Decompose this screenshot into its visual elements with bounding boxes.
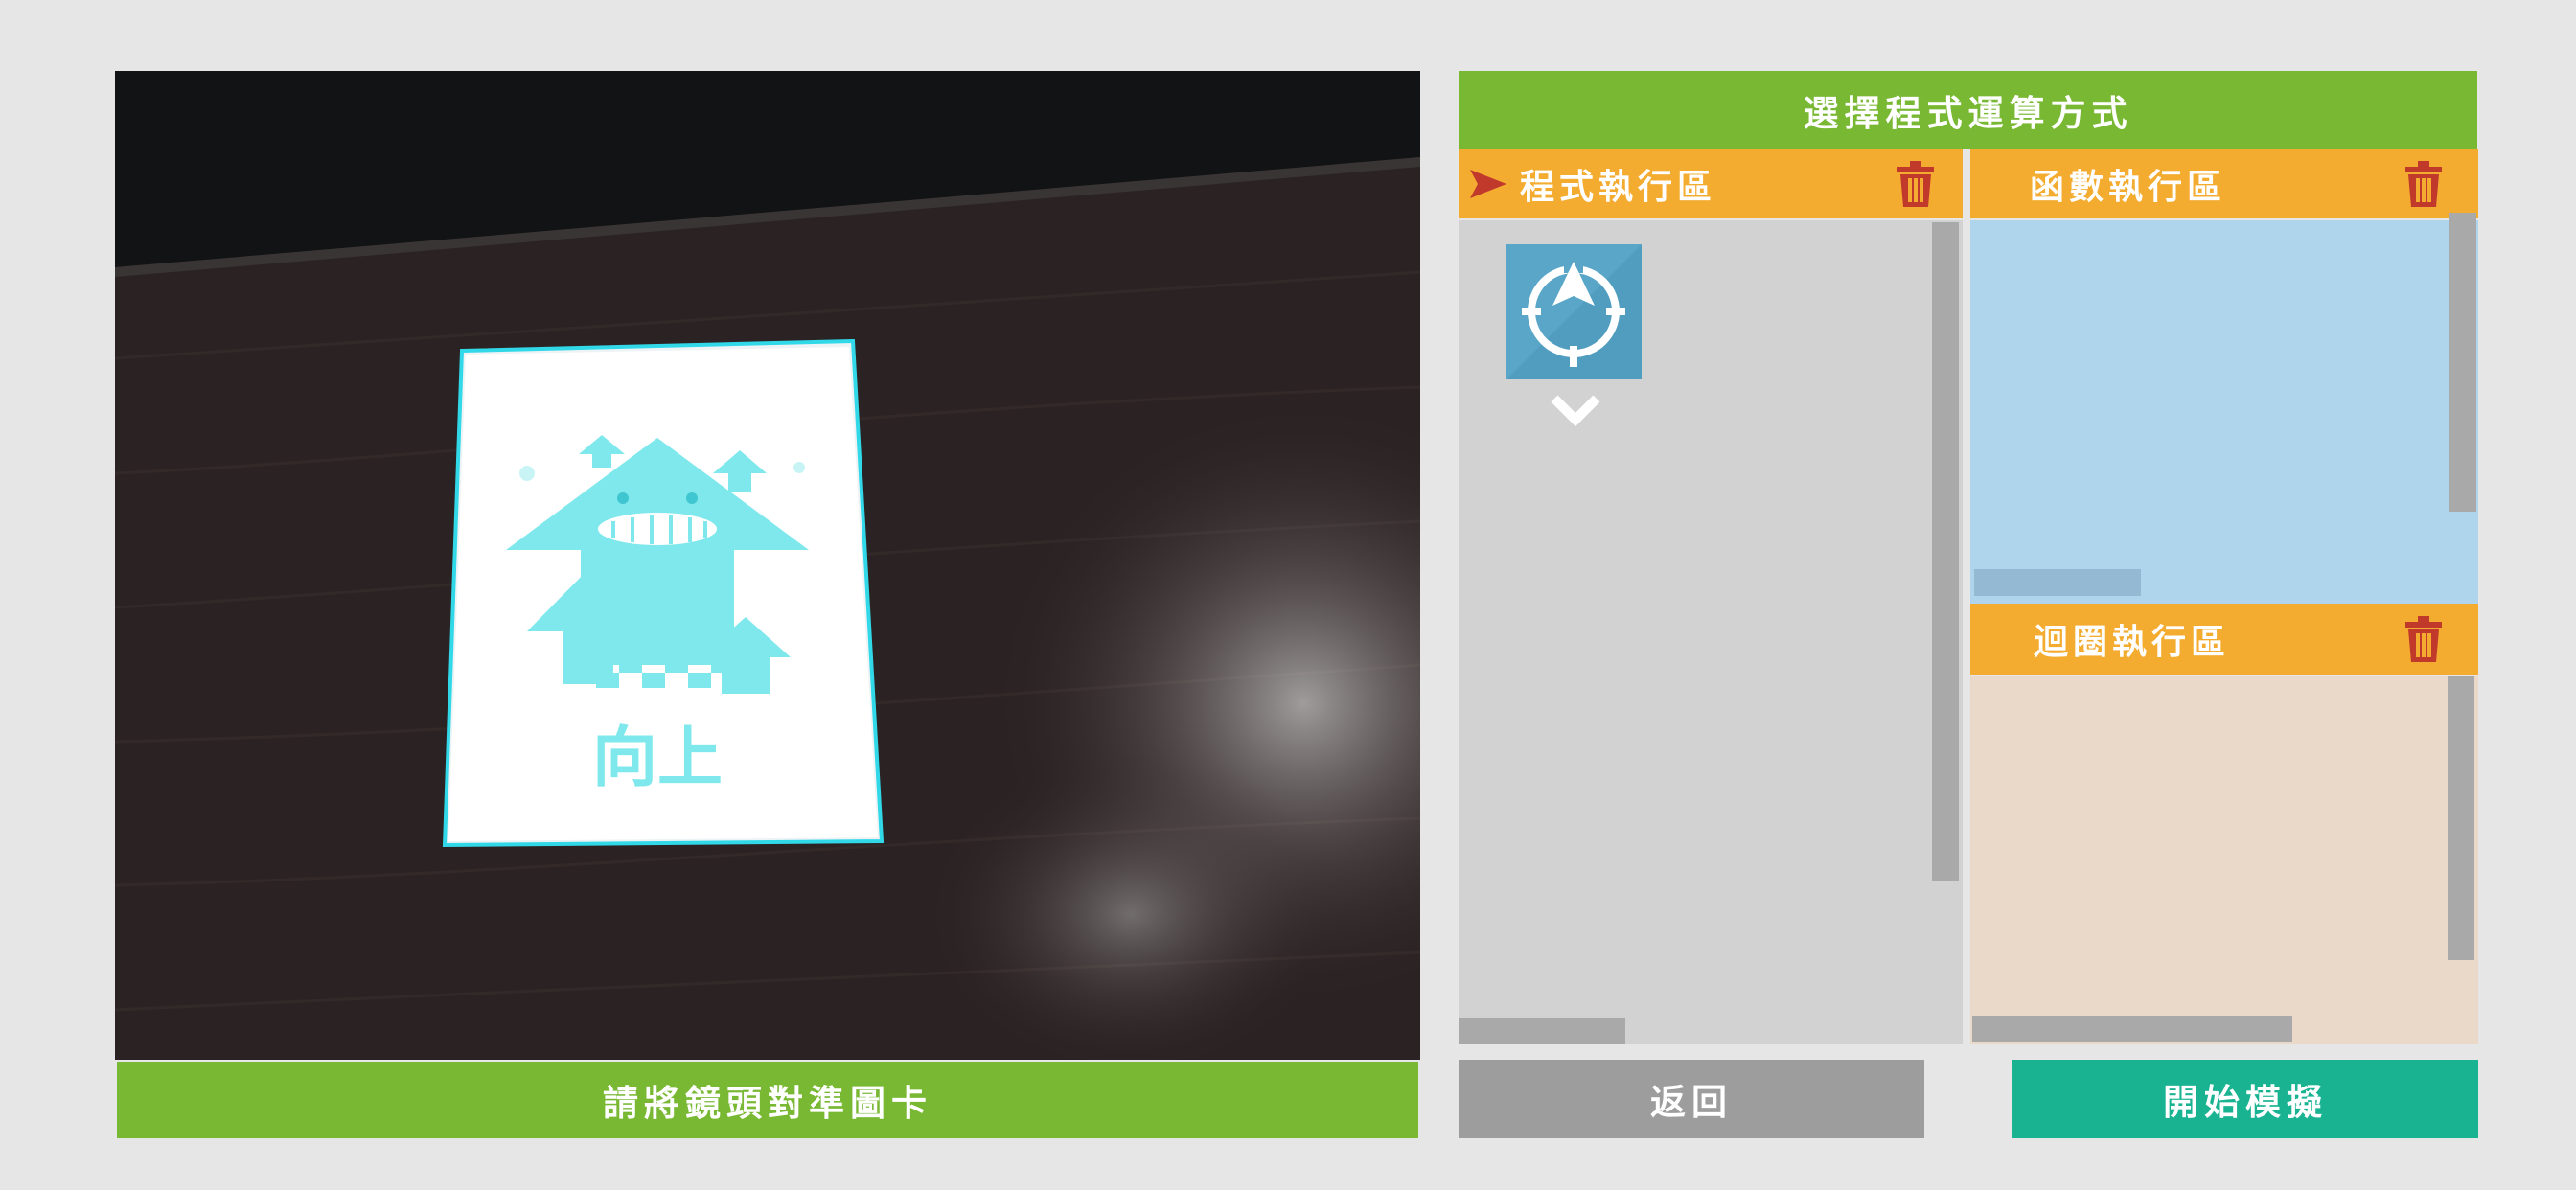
function-zone-horizontal-scrollbar[interactable] (1974, 569, 2141, 596)
loop-zone-area[interactable] (1970, 676, 2478, 1044)
card-label: 向上 (592, 721, 723, 796)
loop-zone-horizontal-scrollbar[interactable] (1972, 1016, 2292, 1042)
loop-zone-label: 迴圈執行區 (2034, 623, 2231, 662)
camera-instruction-bar: 請將鏡頭對準圖卡 (117, 1062, 1418, 1138)
trash-icon[interactable] (1898, 161, 1934, 207)
program-zone-header: 程式執行區 (1459, 149, 1963, 218)
loop-zone-vertical-scrollbar[interactable] (2448, 676, 2474, 960)
program-block-compass-up[interactable] (1506, 244, 1642, 379)
program-zone-vertical-scrollbar[interactable] (1932, 222, 1959, 881)
trash-icon[interactable] (2405, 616, 2442, 662)
function-zone-area[interactable] (1970, 220, 2478, 604)
function-zone-label: 函數執行區 (2030, 168, 2227, 207)
back-button[interactable]: 返回 (1459, 1060, 1924, 1138)
trash-icon[interactable] (2405, 161, 2442, 207)
camera-feed: 向上 (115, 71, 1420, 1060)
camera-view: 向上 (115, 71, 1420, 1060)
scanned-card: 向上 (442, 338, 885, 848)
function-zone-vertical-scrollbar[interactable] (2450, 213, 2476, 512)
function-zone-header: 函數執行區 (1970, 149, 2478, 218)
program-zone-horizontal-scrollbar[interactable] (1459, 1018, 1625, 1044)
compass-up-icon (1506, 244, 1642, 379)
panel-title: 選擇程式運算方式 (1459, 71, 2477, 149)
start-simulation-button[interactable]: 開始模擬 (2012, 1060, 2478, 1138)
pointer-arrow-icon (1470, 170, 1506, 198)
loop-zone-header: 迴圈執行區 (1970, 604, 2478, 675)
program-zone-label: 程式執行區 (1520, 168, 1717, 207)
chevron-down-icon (1551, 395, 1600, 427)
